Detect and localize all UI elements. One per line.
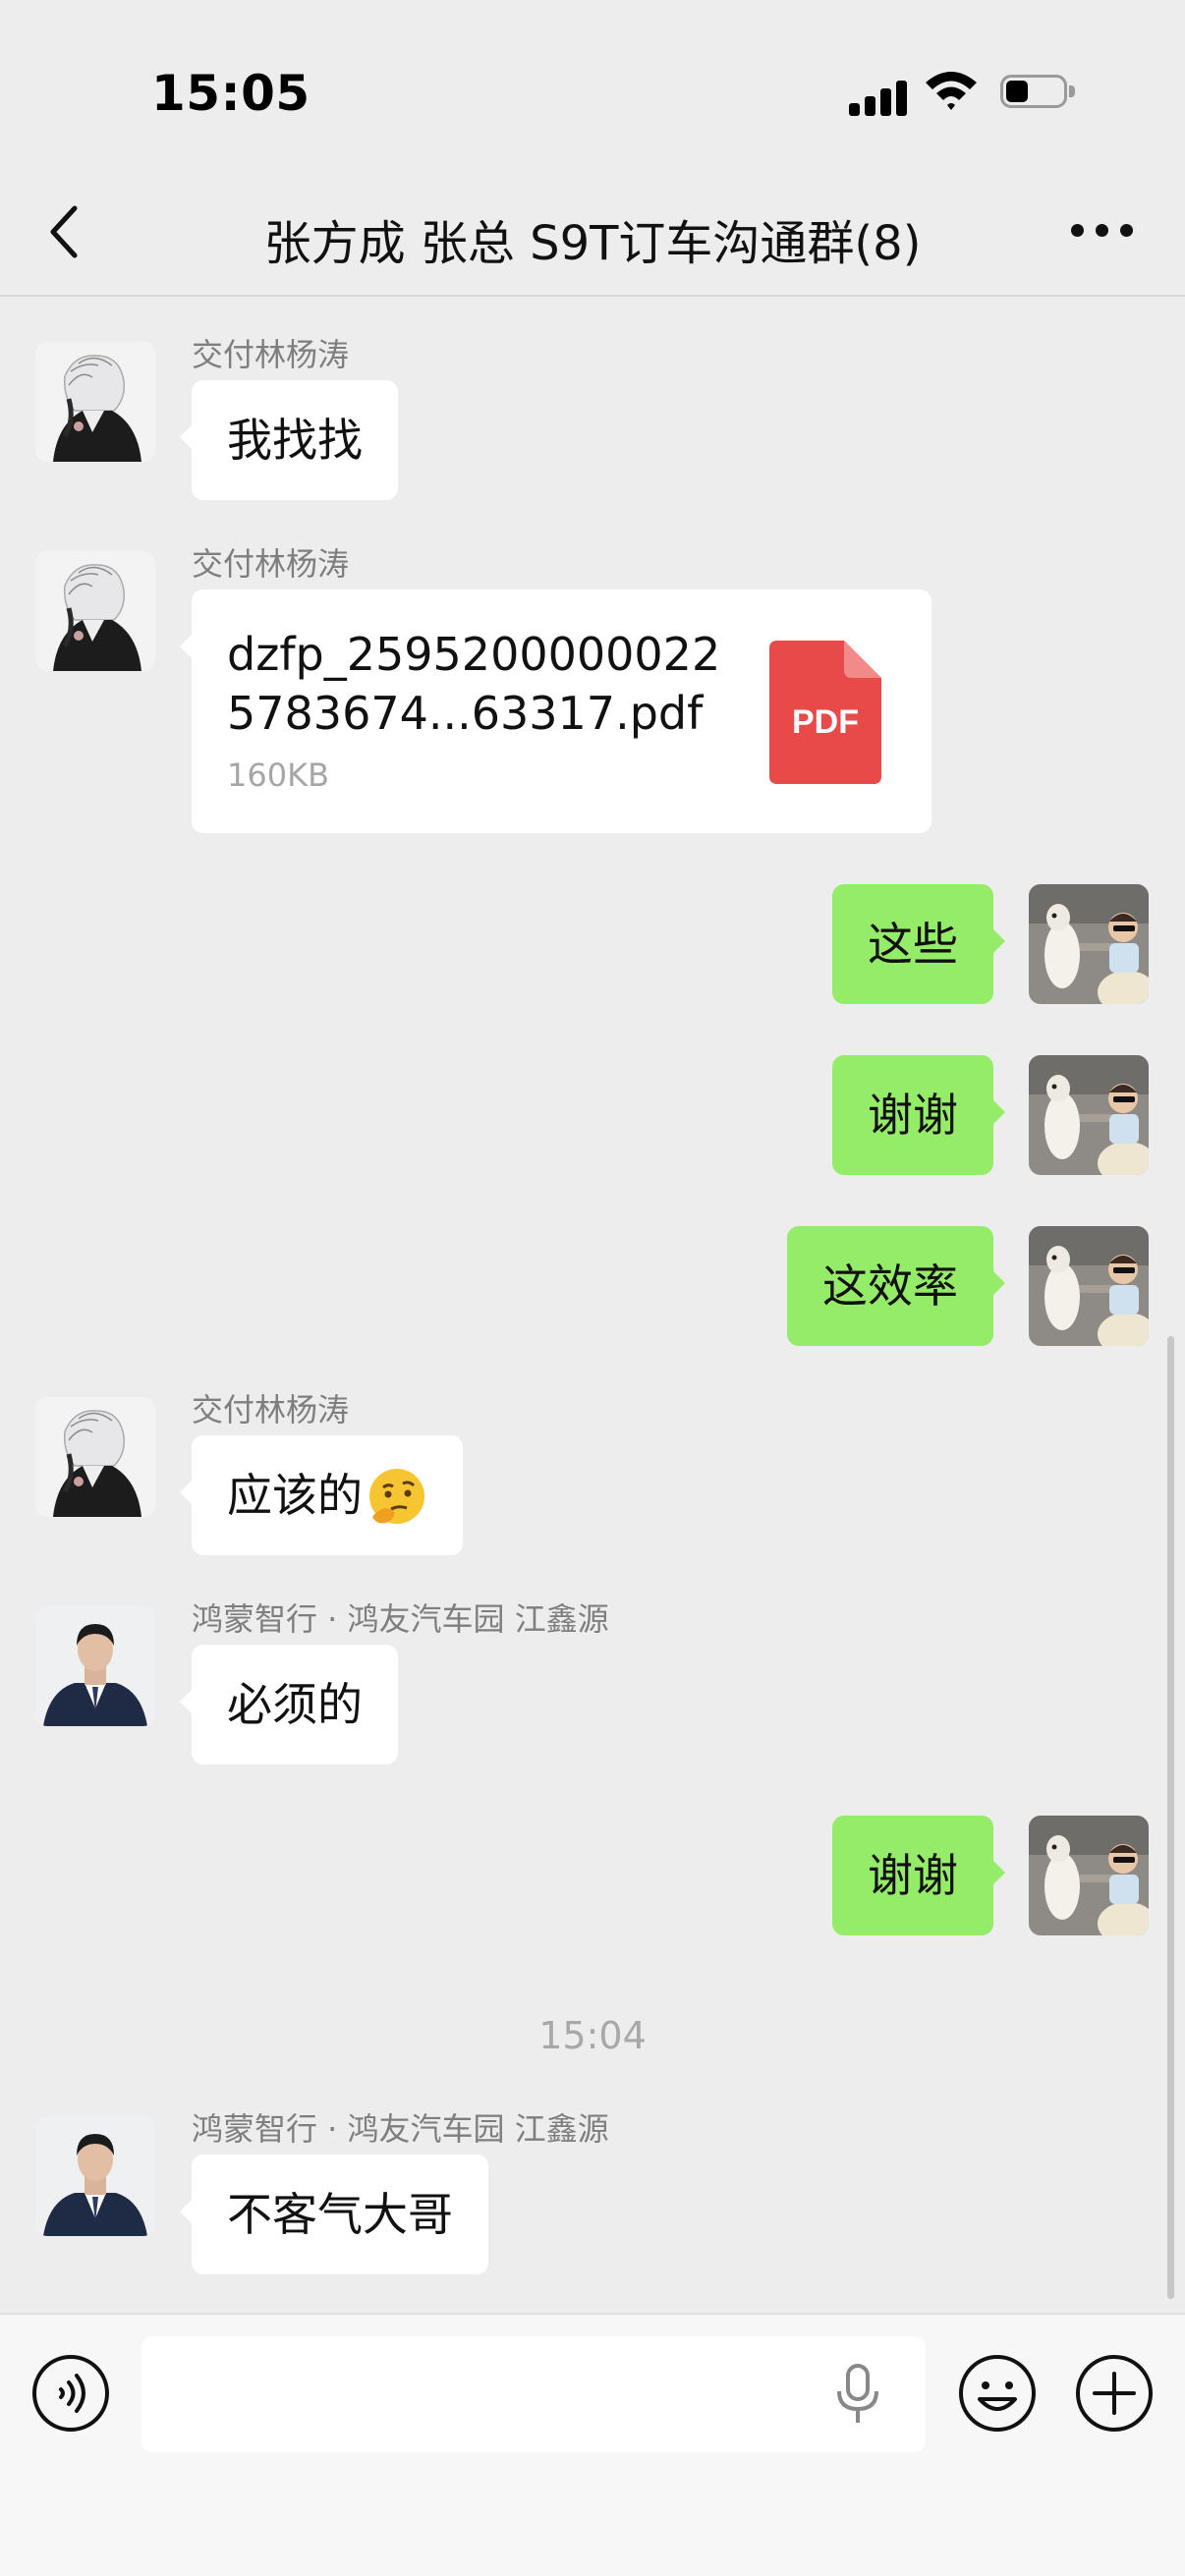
pdf-file-icon: PDF — [769, 641, 881, 784]
voice-icon[interactable] — [31, 2354, 110, 2433]
battery-icon — [1000, 75, 1077, 112]
back-icon[interactable] — [45, 202, 85, 261]
avatar[interactable] — [35, 1397, 155, 1517]
plus-icon[interactable] — [1075, 2354, 1154, 2433]
sender-name: 交付林杨涛 — [192, 545, 350, 583]
avatar[interactable] — [35, 2116, 155, 2236]
message-bubble[interactable]: 谢谢 — [832, 1816, 1005, 1935]
sender-name: 交付林杨涛 — [192, 1391, 350, 1428]
message-bubble[interactable]: 不客气大哥 — [180, 2155, 488, 2274]
sender-name: 鸿蒙智行 · 鸿友汽车园 江鑫源 — [192, 1600, 609, 1638]
emoji-icon[interactable] — [958, 2354, 1037, 2433]
self-avatar[interactable] — [1029, 1055, 1149, 1175]
message-bubble[interactable]: 必须的 — [180, 1645, 398, 1764]
scrollbar[interactable] — [1167, 1336, 1174, 2299]
cellular-signal-icon — [849, 77, 908, 116]
avatar[interactable] — [35, 1606, 155, 1726]
self-avatar[interactable] — [1029, 1816, 1149, 1935]
thinking-emoji-icon — [369, 1468, 424, 1524]
message-bubble[interactable]: 这些 — [832, 884, 1005, 1004]
status-bar: 15:05 — [0, 0, 1185, 177]
avatar[interactable] — [35, 551, 155, 671]
avatar[interactable] — [35, 342, 155, 462]
message-bubble[interactable]: 谢谢 — [832, 1055, 1005, 1175]
file-attachment-card[interactable]: dzfp_25952000000225783674...63317.pdf 16… — [180, 589, 931, 833]
message-text: 应该的 — [227, 1469, 363, 1522]
chat-timestamp: 15:04 — [538, 2014, 647, 2057]
wifi-icon — [926, 72, 977, 110]
input-bar — [0, 2313, 1185, 2576]
self-avatar[interactable] — [1029, 884, 1149, 1004]
message-bubble[interactable]: 我找找 — [180, 380, 398, 500]
microphone-icon[interactable] — [833, 2364, 882, 2425]
chat-header: 张方成 张总 S9T订车沟通群(8) — [0, 177, 1185, 297]
message-bubble[interactable]: 这效率 — [787, 1226, 1005, 1346]
more-icon[interactable] — [1071, 224, 1134, 240]
pdf-label: PDF — [792, 703, 859, 741]
self-avatar[interactable] — [1029, 1226, 1149, 1346]
status-time: 15:05 — [151, 65, 310, 122]
message-input[interactable] — [141, 2336, 926, 2452]
sender-name: 鸿蒙智行 · 鸿友汽车园 江鑫源 — [192, 2110, 609, 2148]
sender-name: 交付林杨涛 — [192, 336, 350, 373]
message-bubble[interactable]: 应该的 — [180, 1435, 463, 1555]
file-size: 160KB — [227, 756, 330, 794]
file-name: dzfp_25952000000225783674...63317.pdf — [227, 628, 721, 740]
chat-title: 张方成 张总 S9T订车沟通群(8) — [263, 216, 922, 271]
